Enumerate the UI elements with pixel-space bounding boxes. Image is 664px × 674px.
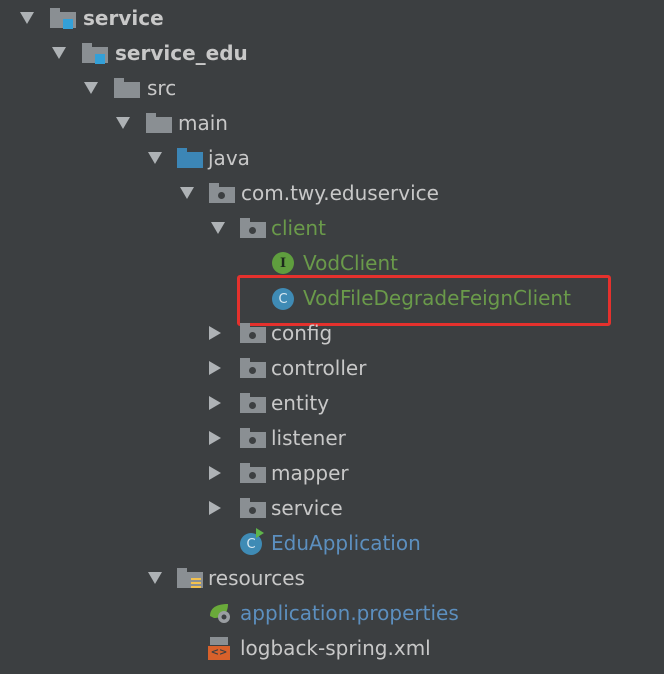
tree-node-service-package[interactable]: service xyxy=(271,491,343,526)
tree-node-mapper[interactable]: mapper xyxy=(271,456,349,491)
expand-arrow-client[interactable] xyxy=(211,222,225,234)
tree-node-edu-application[interactable]: EduApplication xyxy=(271,526,421,561)
tree-node-logback-spring-xml[interactable]: logback-spring.xml xyxy=(240,631,431,666)
tree-node-client[interactable]: client xyxy=(271,211,326,246)
expand-arrow-resources[interactable] xyxy=(148,572,162,584)
package-icon xyxy=(240,218,266,238)
package-icon xyxy=(240,393,266,413)
folder-icon xyxy=(114,78,140,98)
tree-node-listener[interactable]: listener xyxy=(271,421,346,456)
source-root-folder-icon xyxy=(177,148,203,168)
package-icon xyxy=(240,498,266,518)
tree-node-application-properties[interactable]: application.properties xyxy=(240,596,459,631)
collapse-arrow-service-pkg[interactable] xyxy=(209,501,221,515)
tree-node-resources[interactable]: resources xyxy=(208,561,305,596)
expand-arrow-service[interactable] xyxy=(20,12,34,24)
collapse-arrow-config[interactable] xyxy=(209,326,221,340)
package-icon xyxy=(240,428,266,448)
expand-arrow-src[interactable] xyxy=(84,82,98,94)
package-icon xyxy=(240,463,266,483)
tree-node-entity[interactable]: entity xyxy=(271,386,329,421)
collapse-arrow-mapper[interactable] xyxy=(209,466,221,480)
tree-node-service-edu[interactable]: service_edu xyxy=(115,36,248,71)
tree-node-main[interactable]: main xyxy=(178,106,228,141)
expand-arrow-service-edu[interactable] xyxy=(52,47,66,59)
spring-properties-icon xyxy=(208,602,232,624)
tree-node-service[interactable]: service xyxy=(83,1,164,36)
tree-node-config[interactable]: config xyxy=(271,316,332,351)
module-folder-icon xyxy=(82,43,108,64)
tree-node-controller[interactable]: controller xyxy=(271,351,366,386)
run-marker-icon xyxy=(256,528,264,538)
module-folder-icon xyxy=(50,8,76,29)
collapse-arrow-entity[interactable] xyxy=(209,396,221,410)
expand-arrow-package[interactable] xyxy=(180,187,194,199)
resources-folder-icon xyxy=(177,568,203,589)
tree-node-java[interactable]: java xyxy=(208,141,250,176)
collapse-arrow-listener[interactable] xyxy=(209,431,221,445)
tree-node-src[interactable]: src xyxy=(147,71,176,106)
package-icon xyxy=(240,358,266,378)
expand-arrow-main[interactable] xyxy=(116,117,130,129)
package-icon xyxy=(240,323,266,343)
tree-node-package[interactable]: com.twy.eduservice xyxy=(241,176,439,211)
xml-file-icon: <> xyxy=(208,637,232,661)
package-icon xyxy=(209,183,235,203)
interface-icon: I xyxy=(272,252,294,274)
collapse-arrow-controller[interactable] xyxy=(209,361,221,375)
folder-icon xyxy=(146,113,172,133)
expand-arrow-java[interactable] xyxy=(148,152,162,164)
